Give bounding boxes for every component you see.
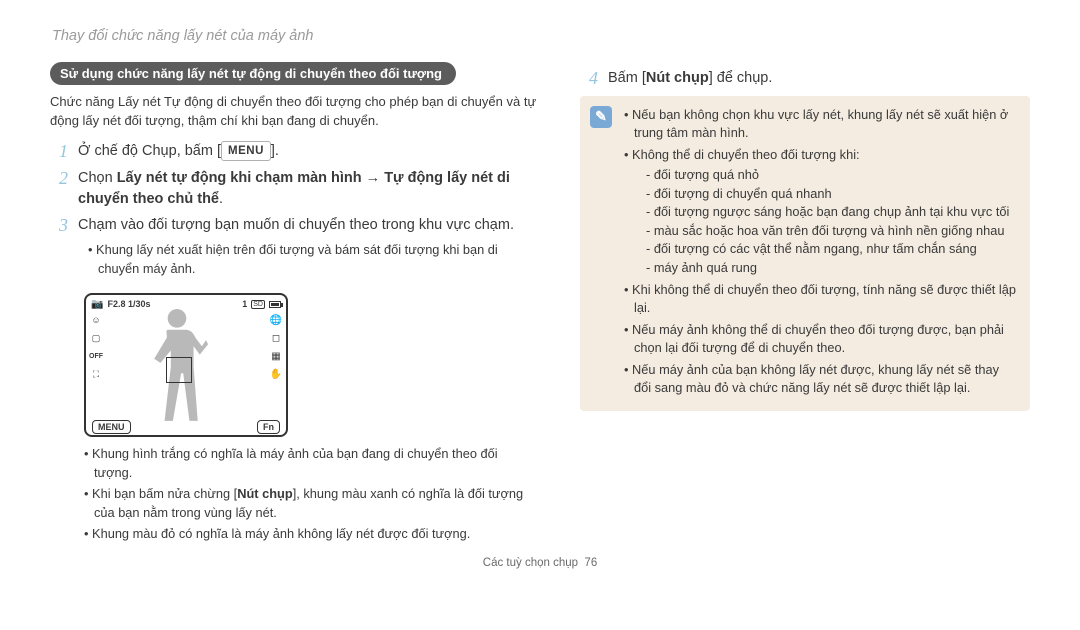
column-right: 4 Bấm [Nút chụp] để chụp. ✎ Nếu bạn khôn… xyxy=(580,62,1030,547)
note-subitem: đối tượng quá nhỏ xyxy=(646,166,1016,185)
note-panel: ✎ Nếu bạn không chọn khu vực lấy nét, kh… xyxy=(580,96,1030,411)
step3-bullet: Khung lấy nét xuất hiện trên đối tượng v… xyxy=(88,241,538,278)
step1-post: ]. xyxy=(271,143,279,159)
intro-text: Chức năng Lấy nét Tự động di chuyển theo… xyxy=(50,93,538,131)
page-title: Thay đổi chức năng lấy nét của máy ảnh xyxy=(50,28,1030,44)
step2-post: . xyxy=(219,191,223,207)
globe-icon: 🌐 xyxy=(269,313,283,327)
menu-key-icon: MENU xyxy=(221,141,271,161)
step3-text: Chạm vào đối tượng bạn muốn di chuyển th… xyxy=(78,217,514,233)
step-number: 4 xyxy=(580,68,598,90)
note-icon: ✎ xyxy=(590,106,612,128)
camera-icon: 📷 xyxy=(91,299,103,310)
battery-icon xyxy=(269,301,281,308)
note-item: Không thể di chuyển theo đối tượng khi: … xyxy=(624,146,1016,278)
note-item: Nếu máy ảnh của bạn không lấy nét được, … xyxy=(624,361,1016,398)
grid-icon: ▦ xyxy=(269,349,283,363)
note-item: Nếu máy ảnh không thể di chuyển theo đối… xyxy=(624,321,1016,358)
note-subitem: máy ảnh quá rung xyxy=(646,259,1016,278)
sd-icon: SD xyxy=(251,300,265,309)
step-number: 2 xyxy=(50,168,68,209)
step-4: 4 Bấm [Nút chụp] để chụp. xyxy=(580,68,1030,90)
note-subitem: đối tượng có các vật thể nằm ngang, như … xyxy=(646,240,1016,259)
camera-lcd-illustration: 📷 F2.8 1/30s 1 SD ☺ ▢ OFF ⛶ 🌐 ◻ ▦ ✋ xyxy=(84,293,288,437)
face-icon: ☺ xyxy=(89,313,103,327)
after-bullet-1: Khung hình trắng có nghĩa là máy ảnh của… xyxy=(84,445,538,482)
note-subitem: màu sắc hoặc hoa văn trên đối tượng và h… xyxy=(646,222,1016,241)
section-heading: Sử dụng chức năng lấy nét tự động di chu… xyxy=(50,62,456,85)
step-number: 3 xyxy=(50,215,68,281)
exposure-readout: F2.8 1/30s xyxy=(107,299,150,309)
step4-bold: Nút chụp xyxy=(646,70,709,86)
after-bullet-2: Khi bạn bấm nửa chừng [Nút chụp], khung … xyxy=(84,485,538,522)
menu-softkey: MENU xyxy=(92,420,131,434)
note-item: Nếu bạn không chọn khu vực lấy nét, khun… xyxy=(624,106,1016,143)
note-subitem: đối tượng ngược sáng hoặc bạn đang chụp … xyxy=(646,203,1016,222)
after-bullet-3: Khung màu đỏ có nghĩa là máy ảnh không l… xyxy=(84,525,538,544)
hand-icon: ✋ xyxy=(269,367,283,381)
off-icon: OFF xyxy=(89,349,103,363)
column-left: Sử dụng chức năng lấy nét tự động di chu… xyxy=(50,62,538,547)
page-footer: Các tuỳ chọn chụp 76 xyxy=(50,557,1030,569)
single-icon: ▢ xyxy=(89,331,103,345)
step-3: 3 Chạm vào đối tượng bạn muốn di chuyển … xyxy=(50,215,538,281)
focus-frame xyxy=(166,357,192,383)
step-1: 1 Ở chế độ Chụp, bấm [MENU]. xyxy=(50,141,538,163)
step2-arrow: → xyxy=(362,170,385,186)
note-item: Khi không thể di chuyển theo đối tượng, … xyxy=(624,281,1016,318)
step4-pre: Bấm [ xyxy=(608,70,646,86)
step-number: 1 xyxy=(50,141,68,163)
step4-post: ] để chụp. xyxy=(709,70,773,86)
square-icon: ◻ xyxy=(269,331,283,345)
fn-softkey: Fn xyxy=(257,420,280,434)
step2-pre: Chọn xyxy=(78,170,117,186)
frame-count: 1 xyxy=(242,299,247,309)
step-2: 2 Chọn Lấy nét tự động khi chạm màn hình… xyxy=(50,168,538,209)
af-bracket-icon: ⛶ xyxy=(89,367,103,381)
note-subitem: đối tượng di chuyển quá nhanh xyxy=(646,185,1016,204)
step1-pre: Ở chế độ Chụp, bấm [ xyxy=(78,143,221,159)
step2-bold1: Lấy nét tự động khi chạm màn hình xyxy=(117,170,362,186)
